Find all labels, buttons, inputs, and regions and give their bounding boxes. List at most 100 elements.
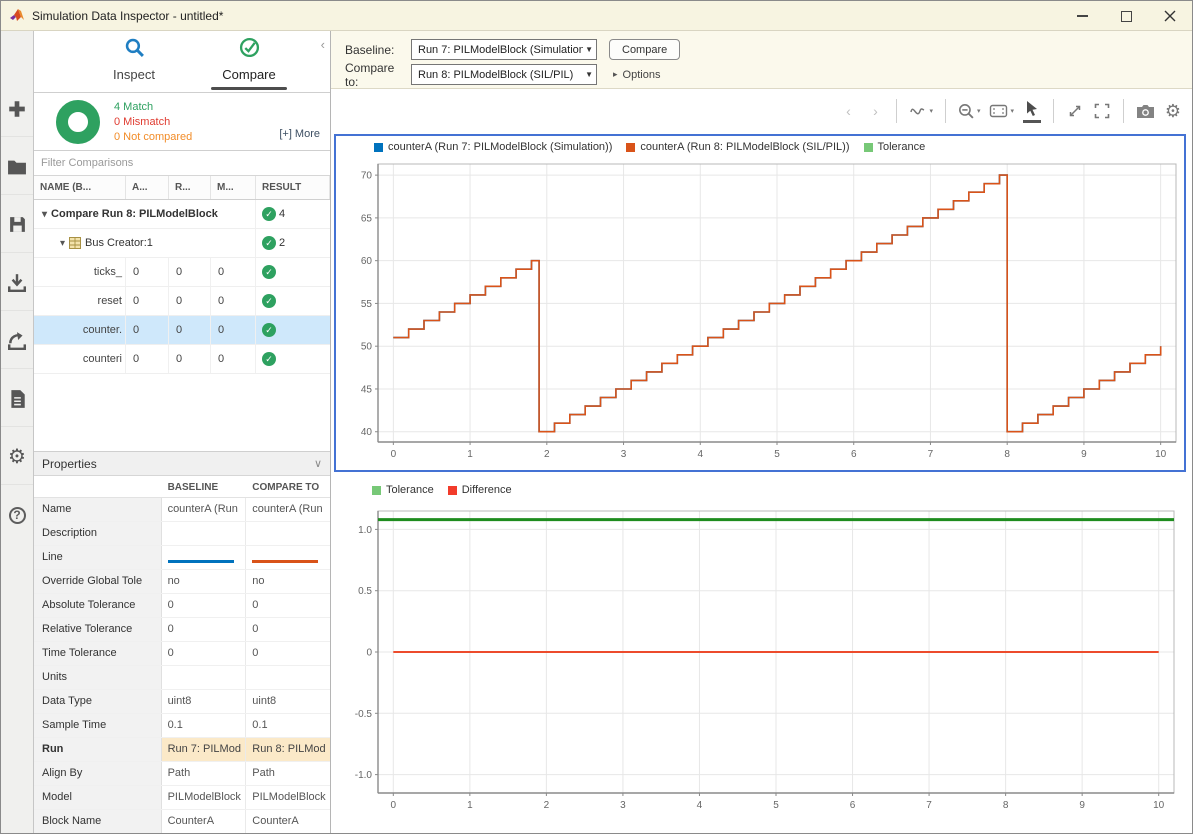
chevron-down-icon[interactable]: ∨ [314,457,322,470]
property-row[interactable]: Override Global Tolenono [34,570,330,594]
filter-comparisons-input[interactable] [34,151,330,175]
properties-header[interactable]: Properties ∨ [34,452,330,476]
legend-item[interactable]: counterA (Run 7: PILModelBlock (Simulati… [374,141,612,153]
fit-to-view-button[interactable]: ▾ [989,99,1014,123]
property-row[interactable]: NamecounterA (RuncounterA (Run [34,498,330,522]
legend-item[interactable]: Difference [448,484,512,496]
compare-to-select[interactable]: Run 8: PILModelBlock (SIL/PIL) ▼ [411,64,597,85]
properties-columns: BASELINE COMPARE TO [34,476,330,498]
baseline-compare-plot[interactable]: 40455055606570012345678910 [336,158,1182,468]
compare-summary: 4 Match 0 Mismatch 0 Not compared [+] Mo… [34,93,330,151]
x-tick-label: 0 [391,800,397,811]
baseline-select[interactable]: Run 7: PILModelBlock (Simulation) ▼ [411,39,597,60]
result-cell: ✓2 [256,229,330,257]
export-button[interactable] [1,313,33,369]
column-header[interactable]: RESULT [256,176,330,199]
snapshot-button[interactable] [1136,99,1155,123]
table-row[interactable]: counteri000✓ [34,345,330,374]
legend-item[interactable]: counterA (Run 8: PILModelBlock (SIL/PIL)… [626,141,849,153]
property-row[interactable]: Absolute Tolerance00 [34,594,330,618]
open-button[interactable] [1,139,33,195]
help-button[interactable]: ? [1,487,33,543]
close-button[interactable] [1148,1,1192,31]
options-expander[interactable]: ▸ Options [613,69,660,81]
result-cell: ✓ [256,287,330,315]
column-header[interactable]: M... [211,176,256,199]
property-label: Time Tolerance [34,642,162,665]
table-row[interactable]: reset000✓ [34,287,330,316]
plot-toolbar: ‹ › ▾ ▾ ▾ [331,89,1192,133]
table-row[interactable]: ▾Bus Creator:1✓2 [34,229,330,258]
pass-check-icon: ✓ [262,207,276,221]
pass-check-icon: ✓ [262,323,276,337]
y-tick-label: 0 [366,648,372,659]
difference-plot[interactable]: 1.00.50-0.5-1.0012345678910 [334,501,1186,825]
baseline-compare-chart[interactable]: counterA (Run 7: PILModelBlock (Simulati… [334,134,1186,472]
property-row[interactable]: Description [34,522,330,546]
app-window: Simulation Data Inspector - untitled* [0,0,1193,834]
property-row[interactable]: Block NameCounterACounterA [34,810,330,834]
column-header[interactable]: NAME (B... [34,176,126,199]
fullscreen-brackets-icon [1094,103,1110,119]
property-row[interactable]: Data Typeuint8uint8 [34,690,330,714]
property-row[interactable]: RunRun 7: PILModRun 8: PILMod [34,738,330,762]
import-button[interactable] [1,255,33,311]
column-header[interactable]: R... [169,176,211,199]
property-row[interactable]: Sample Time0.10.1 [34,714,330,738]
property-row[interactable]: Units [34,666,330,690]
tab-inspect[interactable]: Inspect [74,37,194,82]
table-row[interactable]: ▾Compare Run 8: PILModelBlock✓4 [34,200,330,229]
tab-compare[interactable]: Compare [189,37,309,90]
tree-expander-icon[interactable]: ▾ [60,238,65,249]
tolerance-value: 0 [169,345,211,373]
property-row[interactable]: Align ByPathPath [34,762,330,786]
save-button[interactable] [1,197,33,253]
legend-item[interactable]: Tolerance [864,141,926,153]
next-comparison-button[interactable]: › [866,99,884,123]
pointer-mode-button[interactable] [1023,99,1041,123]
property-label: Override Global Tole [34,570,162,593]
folder-icon [7,158,27,176]
table-row[interactable]: ticks_000✓ [34,258,330,287]
property-row[interactable]: ModelPILModelBlockPILModelBlock [34,786,330,810]
property-row[interactable]: Time Tolerance00 [34,642,330,666]
maximize-button[interactable] [1104,1,1148,31]
left-toolbar: ⚙ ? [1,31,34,833]
difference-chart[interactable]: ToleranceDifference 1.00.50-0.5-1.001234… [334,479,1188,829]
property-row[interactable]: Relative Tolerance00 [34,618,330,642]
prev-comparison-button[interactable]: ‹ [839,99,857,123]
bus-creator-icon [69,237,81,249]
minimize-button[interactable] [1060,1,1104,31]
group-label-text: Compare Run 8: PILModelBlock [51,208,218,220]
property-compare-value [246,546,330,569]
signal-trace-options-button[interactable]: ▾ [909,99,933,123]
legend-swatch [626,143,635,152]
expand-plot-button[interactable] [1066,99,1084,123]
export-icon [7,331,27,350]
x-tick-label: 4 [697,449,703,460]
preferences-button[interactable]: ⚙ [1,429,33,485]
property-label: Model [34,786,162,809]
signal-name: ticks_ [34,258,126,286]
plot-settings-button[interactable]: ⚙ [1164,99,1182,123]
pass-check-icon: ✓ [262,265,276,279]
column-header[interactable]: A... [126,176,169,199]
property-compare-value [246,666,330,689]
active-tab-underline [211,87,287,90]
legend-swatch [864,143,873,152]
compare-button[interactable]: Compare [609,39,680,60]
tree-expander-icon[interactable]: ▾ [42,209,47,220]
zoom-out-button[interactable]: ▾ [958,99,981,123]
window-controls [1060,1,1192,31]
tolerance-value: 0 [211,316,256,344]
fit-to-view-icon [989,104,1008,118]
property-row[interactable]: Line [34,546,330,570]
add-run-button[interactable] [1,81,33,137]
collapse-panel-icon[interactable]: ‹ [321,37,325,52]
report-button[interactable] [1,371,33,427]
fullscreen-button[interactable] [1093,99,1111,123]
more-link[interactable]: [+] More [279,128,320,140]
legend-item[interactable]: Tolerance [372,484,434,496]
table-row[interactable]: counter.000✓ [34,316,330,345]
property-compare-value: CounterA [246,810,330,833]
